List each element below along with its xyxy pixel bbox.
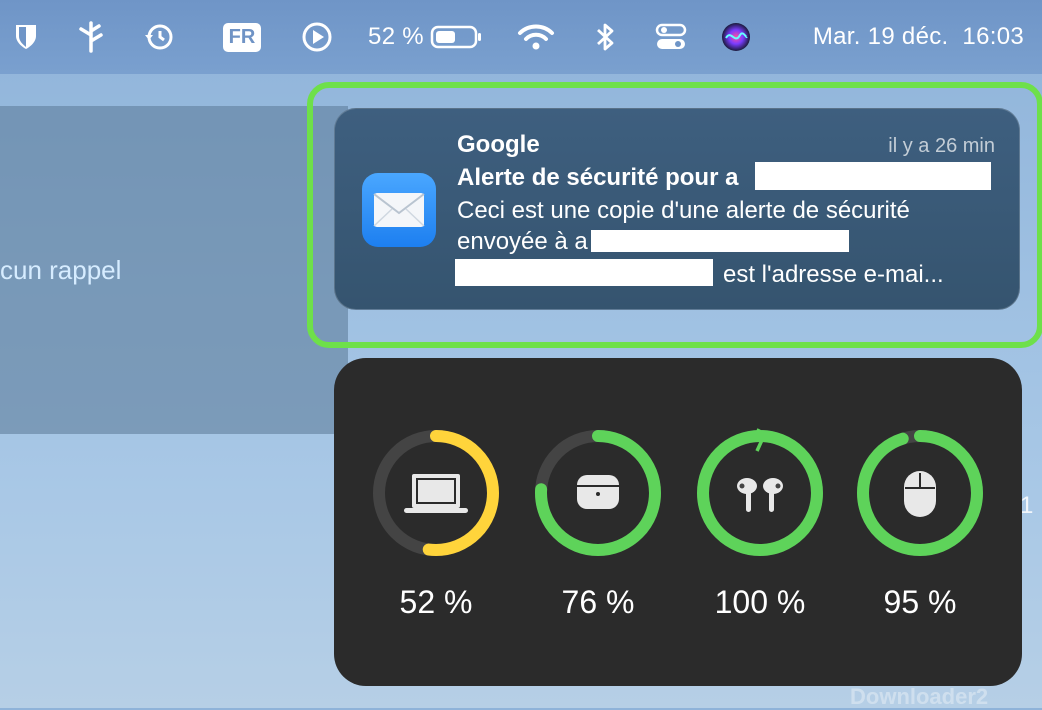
menubar-clock[interactable]: Mar. 19 déc. 16:03 (778, 0, 1024, 74)
battery-ring-macbook (373, 430, 499, 556)
datetime-label: Mar. 19 déc. 16:03 (812, 23, 1024, 50)
notification-body-line-3: est l'adresse e-mai... (723, 261, 944, 288)
notification-time: il y a 26 min (888, 135, 995, 157)
background-digit: 1 (1020, 492, 1034, 519)
control-center-icon[interactable] (654, 0, 688, 74)
bluetooth-icon[interactable] (590, 0, 620, 74)
airpods-icon (737, 478, 783, 512)
input-source[interactable]: FR (218, 0, 266, 74)
wifi-icon[interactable] (516, 0, 556, 74)
shield-icon[interactable] (10, 0, 42, 74)
mail-icon (362, 173, 436, 247)
notification-body-line-2: envoyée à a (457, 228, 588, 255)
battery-label-airpods: 100 % (714, 584, 806, 620)
input-source-label: FR (222, 22, 262, 52)
bolt-fork-icon[interactable] (74, 0, 108, 74)
background-app-label: Downloader2 (850, 684, 989, 709)
battery-percent-label: 52 % (368, 23, 424, 50)
time-machine-icon[interactable] (142, 0, 176, 74)
battery-label-mouse: 95 % (883, 584, 957, 620)
notification-card[interactable]: Google il y a 26 min Alerte de sécurité … (334, 108, 1020, 310)
battery-percent[interactable]: 52 % (366, 0, 426, 74)
battery-ring-mouse (857, 430, 983, 556)
play-icon[interactable] (300, 0, 334, 74)
redaction-box (591, 230, 849, 252)
siri-icon[interactable] (718, 0, 754, 74)
reminder-text: cun rappel (0, 255, 122, 285)
laptop-icon (404, 474, 468, 513)
airpods-case-icon (577, 475, 619, 509)
menu-bar: FR 52 % Mar. 19 déc. 16:03 (0, 0, 1042, 74)
notification-body-line-1: Ceci est une copie d'une alerte de sécur… (457, 197, 910, 224)
notification-app-name: Google (457, 131, 540, 158)
battery-label-airpods-case: 76 % (561, 584, 635, 620)
redaction-box (455, 259, 713, 286)
battery-label-macbook: 52 % (399, 584, 473, 620)
battery-ring-airpods (697, 428, 823, 556)
battery-ring-airpods-case (535, 430, 661, 556)
notification-title: Alerte de sécurité pour a (457, 164, 739, 191)
redaction-box (755, 162, 991, 190)
mouse-icon (904, 471, 936, 517)
battery-icon[interactable] (428, 0, 484, 74)
battery-widget[interactable]: 52 % 76 % 100 % 95 % (334, 358, 1022, 686)
